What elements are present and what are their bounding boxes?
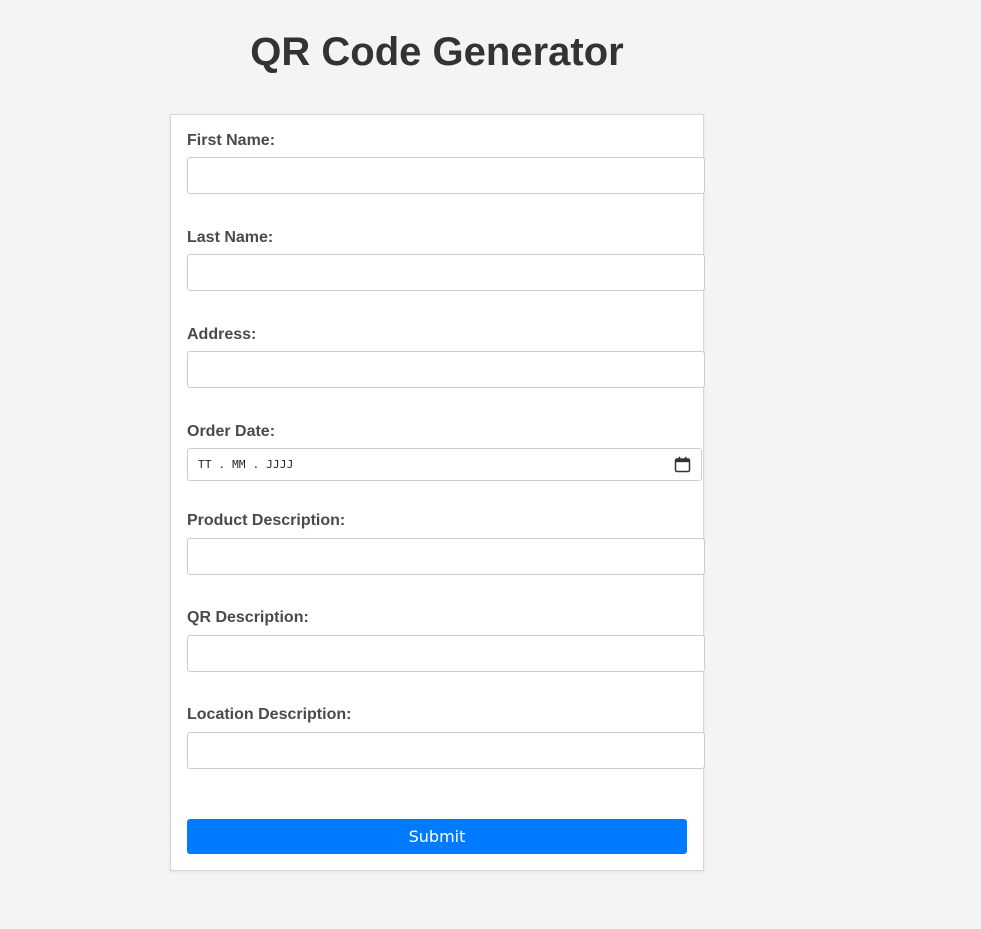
address-input[interactable] bbox=[187, 351, 705, 388]
order-date-placeholder: TT . MM . JJJJ bbox=[198, 458, 294, 471]
first-name-label: First Name: bbox=[187, 132, 276, 149]
first-name-input[interactable] bbox=[187, 157, 705, 194]
order-date-label: Order Date: bbox=[187, 423, 276, 440]
qr-description-label: QR Description: bbox=[187, 609, 309, 626]
page-title: QR Code Generator bbox=[250, 30, 624, 74]
product-description-input[interactable] bbox=[187, 538, 705, 575]
order-date-input[interactable]: TT . MM . JJJJ bbox=[187, 448, 702, 481]
calendar-icon[interactable] bbox=[674, 456, 691, 473]
submit-button[interactable]: Submit bbox=[187, 819, 687, 854]
location-description-input[interactable] bbox=[187, 732, 705, 769]
qr-form: First Name: Last Name: Address: Order Da… bbox=[170, 114, 705, 871]
product-description-label: Product Description: bbox=[187, 512, 346, 529]
address-label: Address: bbox=[187, 326, 257, 343]
last-name-input[interactable] bbox=[187, 254, 705, 291]
last-name-label: Last Name: bbox=[187, 229, 274, 246]
qr-description-input[interactable] bbox=[187, 635, 705, 672]
location-description-label: Location Description: bbox=[187, 706, 352, 723]
